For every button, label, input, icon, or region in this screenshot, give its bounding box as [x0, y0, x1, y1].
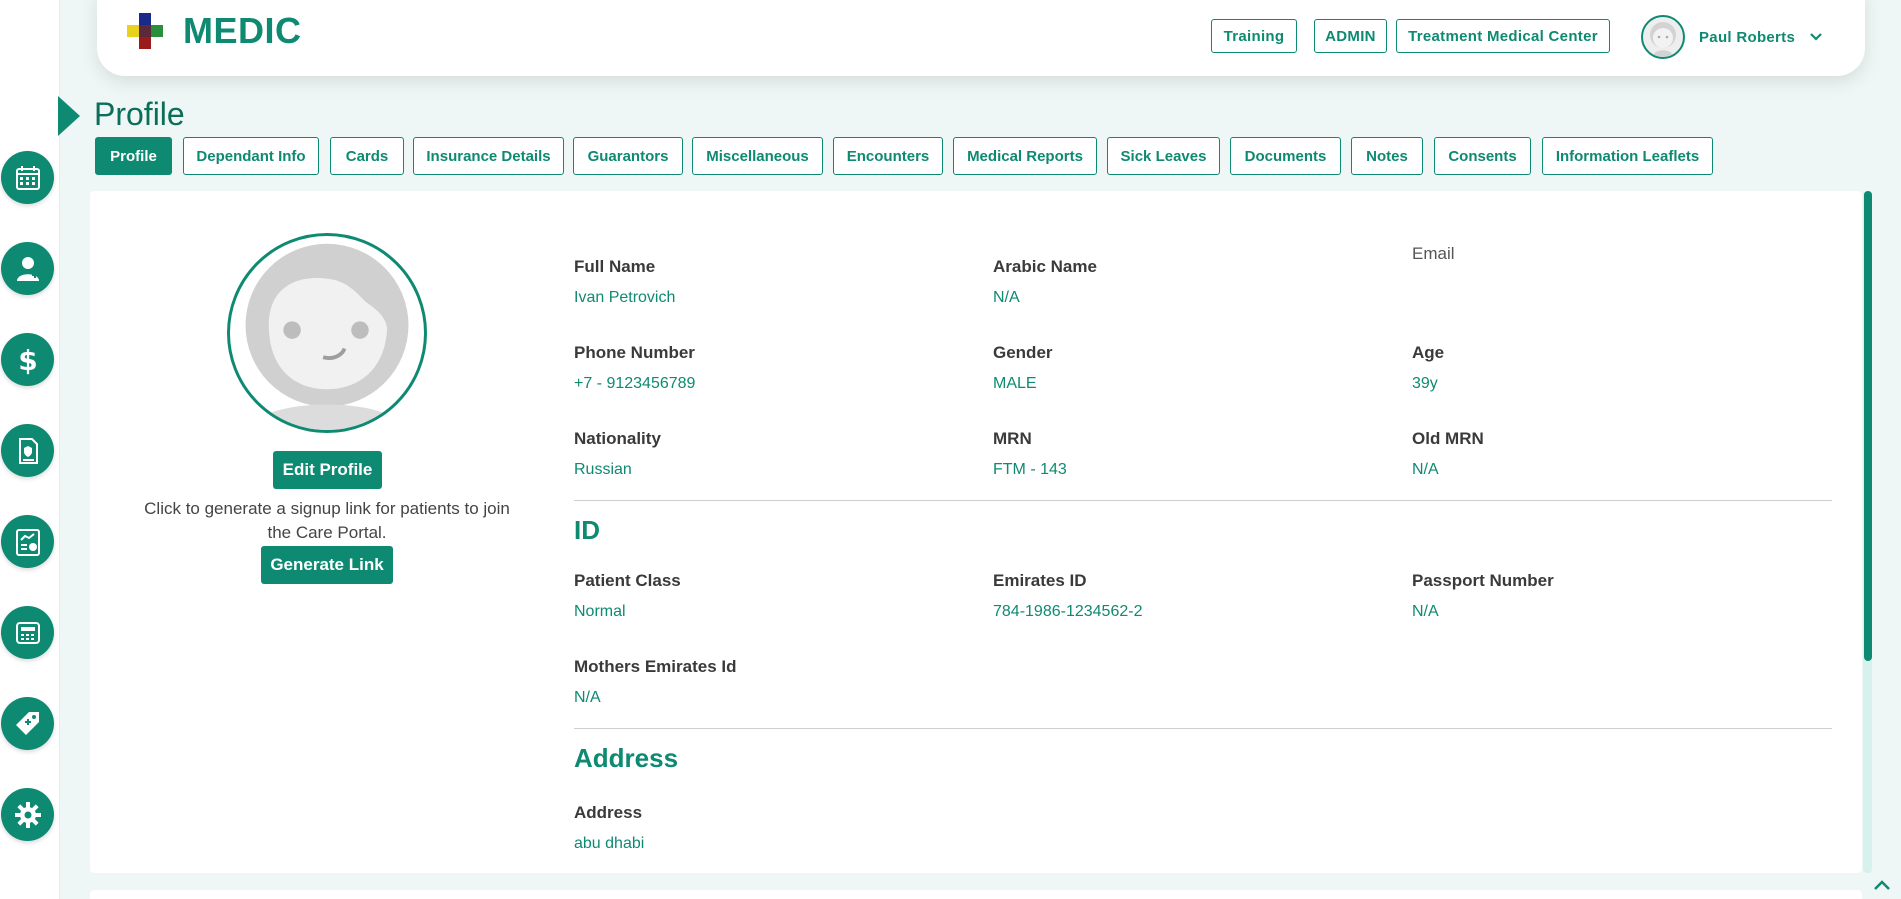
dollar-icon[interactable]: $	[1, 333, 54, 386]
tab-guarantors[interactable]: Guarantors	[573, 137, 683, 175]
tab-encounters[interactable]: Encounters	[833, 137, 943, 175]
full-name-value: Ivan Petrovich	[574, 289, 676, 306]
title-marker	[58, 96, 80, 136]
mothers-eid-label: Mothers Emirates Id	[574, 657, 737, 676]
profile-card: Edit Profile Click to generate a signup …	[90, 191, 1862, 873]
brand-logo[interactable]: MEDIC	[127, 10, 302, 52]
tab-miscellaneous[interactable]: Miscellaneous	[692, 137, 823, 175]
user-name: Paul Roberts	[1699, 28, 1796, 46]
arabic-name-label: Arabic Name	[993, 257, 1097, 276]
left-sidebar: $	[0, 0, 60, 899]
arabic-name-value: N/A	[993, 289, 1020, 306]
gear-icon[interactable]	[1, 788, 54, 841]
mrn-value: FTM - 143	[993, 461, 1067, 478]
calendar-icon[interactable]	[1, 151, 54, 204]
profile-avatar	[227, 233, 427, 433]
scroll-up-icon[interactable]	[1870, 874, 1894, 898]
age-value: 39y	[1412, 375, 1438, 392]
generate-link-button[interactable]: Generate Link	[261, 546, 393, 584]
old-mrn-label: Old MRN	[1412, 429, 1484, 448]
tab-sick-leaves[interactable]: Sick Leaves	[1107, 137, 1220, 175]
brand-name: MEDIC	[183, 10, 302, 51]
emirates-id-value: 784-1986-1234562-2	[993, 603, 1143, 620]
phone-value: +7 - 9123456789	[574, 375, 696, 392]
cash-register-icon[interactable]	[1, 606, 54, 659]
emirates-id-label: Emirates ID	[993, 571, 1087, 590]
nationality-label: Nationality	[574, 429, 661, 448]
medicine-tag-icon[interactable]	[1, 697, 54, 750]
gender-value: MALE	[993, 375, 1037, 392]
top-header: MEDIC Training ADMIN Treatment Medical C…	[97, 0, 1865, 76]
phone-label: Phone Number	[574, 343, 695, 362]
doctor-icon[interactable]	[1, 242, 54, 295]
full-name-label: Full Name	[574, 257, 656, 276]
avatar	[1641, 15, 1685, 59]
edit-profile-button[interactable]: Edit Profile	[273, 451, 382, 489]
address-section-title: Address	[574, 743, 679, 773]
section-divider	[574, 728, 1832, 729]
page-title: Profile	[94, 96, 185, 132]
admin-button[interactable]: ADMIN	[1314, 19, 1387, 53]
patient-class-value: Normal	[574, 603, 626, 620]
user-menu[interactable]: Paul Roberts	[1641, 15, 1823, 59]
svg-text:$: $	[18, 344, 37, 376]
signup-hint: Click to generate a signup link for pati…	[144, 499, 510, 542]
chevron-down-icon[interactable]	[1809, 30, 1823, 44]
report-chart-icon[interactable]	[1, 515, 54, 568]
id-section-title: ID	[574, 515, 600, 545]
address-label: Address	[574, 803, 643, 822]
training-button[interactable]: Training	[1211, 19, 1297, 53]
address-value: abu dhabi	[574, 835, 645, 852]
tab-dependant-info[interactable]: Dependant Info	[183, 137, 319, 175]
patient-class-label: Patient Class	[574, 571, 681, 590]
insurance-doc-icon[interactable]	[1, 424, 54, 477]
mothers-eid-value: N/A	[574, 689, 601, 706]
passport-label: Passport Number	[1412, 571, 1554, 590]
logo-cross-icon	[127, 13, 163, 49]
tab-notes[interactable]: Notes	[1351, 137, 1423, 175]
mrn-label: MRN	[993, 429, 1032, 448]
age-label: Age	[1412, 343, 1445, 362]
old-mrn-value: N/A	[1412, 461, 1439, 478]
scrollbar-thumb[interactable]	[1864, 191, 1872, 661]
tab-documents[interactable]: Documents	[1230, 137, 1341, 175]
tab-profile[interactable]: Profile	[95, 137, 172, 175]
tab-medical-reports[interactable]: Medical Reports	[953, 137, 1097, 175]
passport-value: N/A	[1412, 603, 1439, 620]
next-card	[90, 890, 1862, 899]
facility-button[interactable]: Treatment Medical Center	[1396, 19, 1610, 53]
nationality-value: Russian	[574, 461, 632, 478]
section-divider	[574, 500, 1832, 501]
tab-cards[interactable]: Cards	[330, 137, 404, 175]
tab-consents[interactable]: Consents	[1434, 137, 1531, 175]
tab-insurance-details[interactable]: Insurance Details	[413, 137, 564, 175]
email-label: Email	[1412, 244, 1455, 263]
tab-information-leaflets[interactable]: Information Leaflets	[1542, 137, 1713, 175]
gender-label: Gender	[993, 343, 1053, 362]
